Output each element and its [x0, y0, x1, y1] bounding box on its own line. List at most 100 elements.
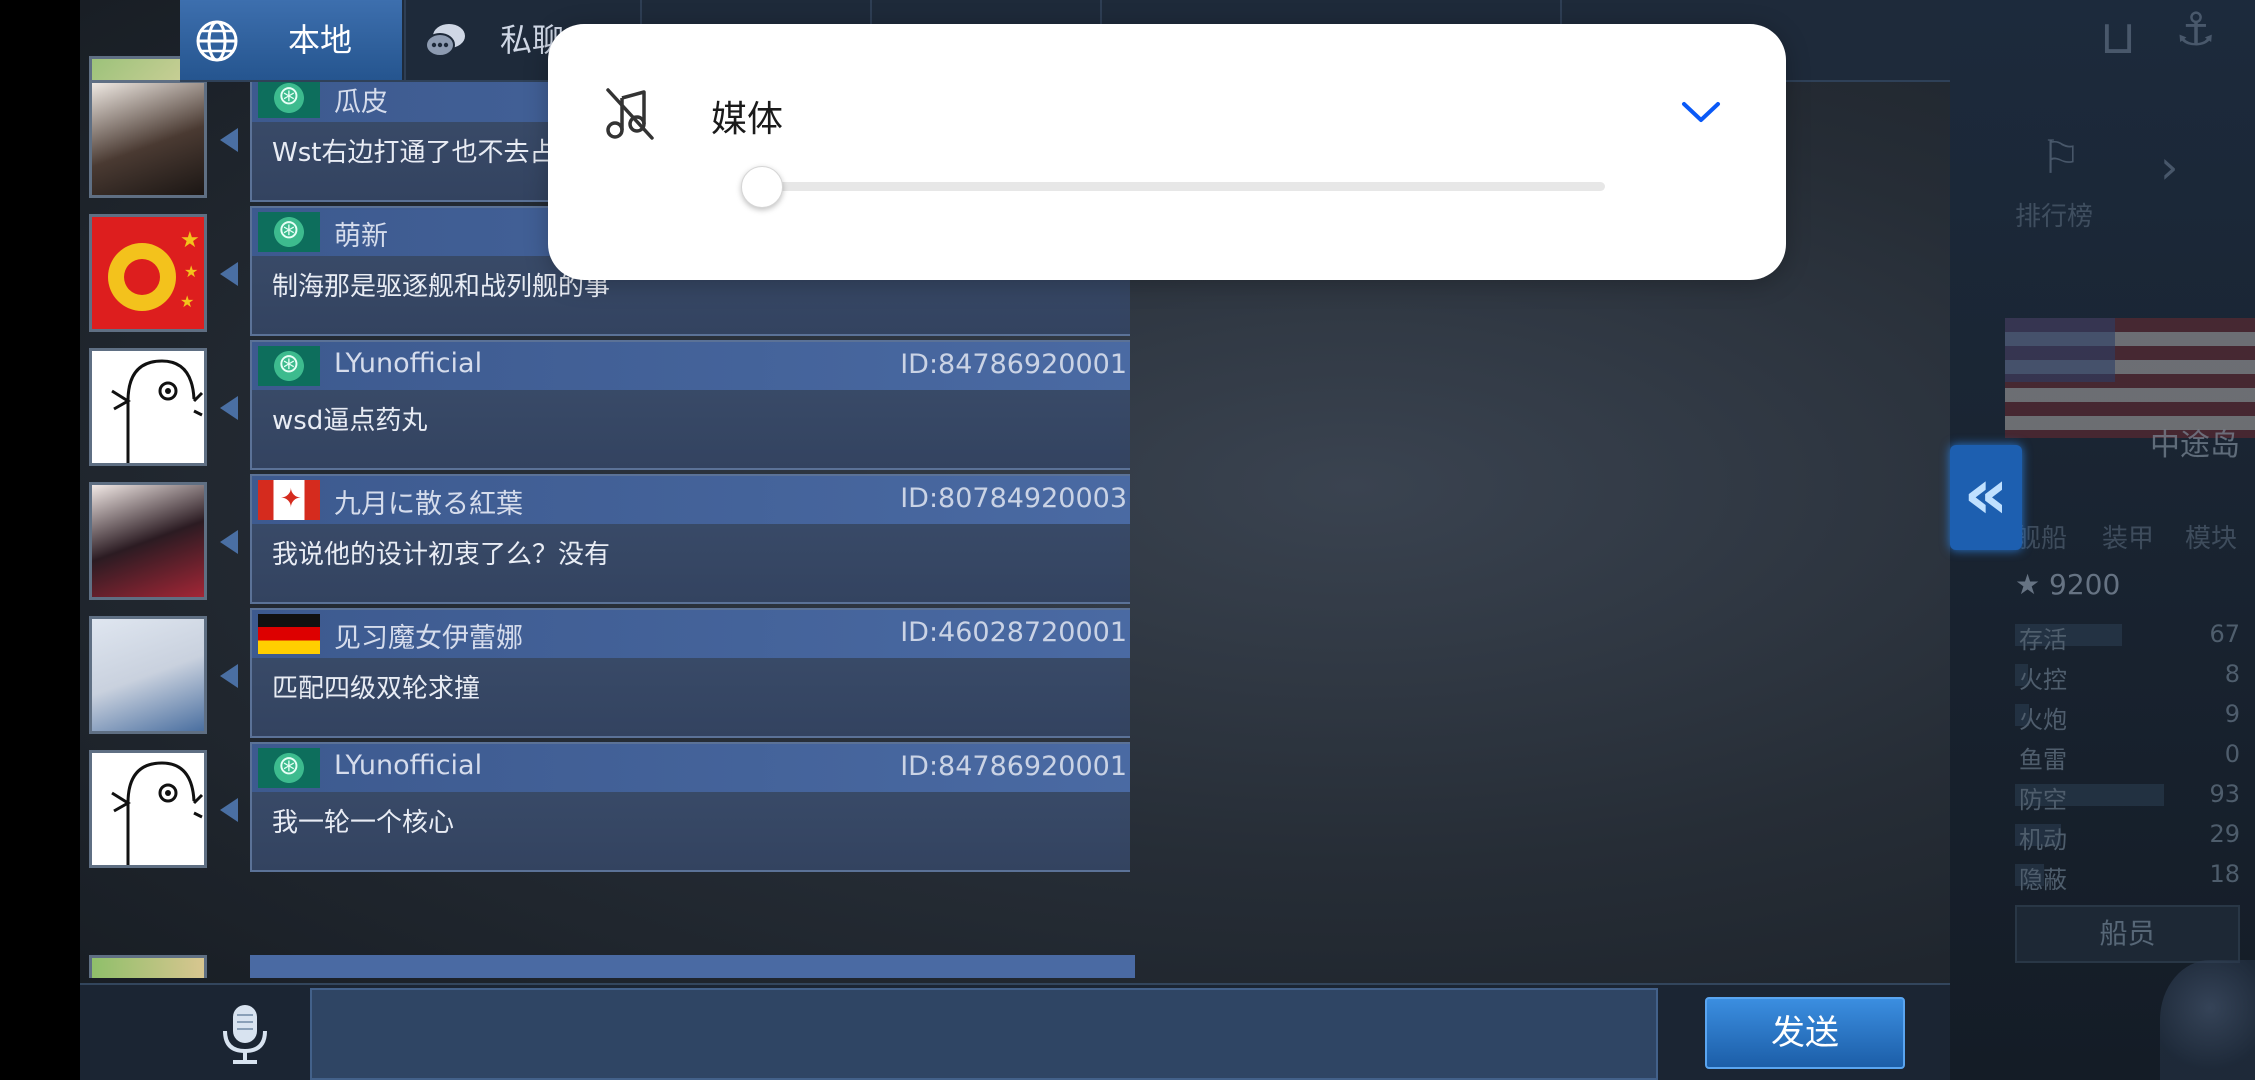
- bubble-pointer: [220, 664, 238, 688]
- microphone-icon[interactable]: [215, 1003, 275, 1065]
- stat-label: 防空: [2019, 786, 2067, 814]
- message-text: 我说他的设计初衷了么？没有: [272, 540, 611, 570]
- volume-slider-track[interactable]: [743, 182, 1605, 191]
- stat-label: 存活: [2019, 626, 2067, 654]
- user-avatar[interactable]: ★ ★ ★: [89, 214, 207, 332]
- message-username[interactable]: 九月に散る紅葉: [334, 482, 523, 521]
- message-username[interactable]: 萌新: [334, 214, 388, 253]
- user-avatar[interactable]: [89, 750, 207, 868]
- stat-value: 0: [2224, 740, 2240, 768]
- tab-ships[interactable]: 舰船: [2015, 518, 2067, 555]
- user-avatar[interactable]: [89, 80, 207, 198]
- chat-message: ⊛ LYunofficial ID:84786920001 wsd逼点药丸: [85, 340, 1130, 473]
- message-bubble[interactable]: ⊛ LYunofficial ID:84786920001 wsd逼点药丸: [250, 340, 1130, 470]
- stat-label: 隐蔽: [2019, 866, 2067, 894]
- anchor-icon[interactable]: ⚓: [2175, 2, 2216, 56]
- chat-message: 见习魔女伊蕾娜 ID:46028720001 匹配四级双轮求撞: [85, 608, 1130, 741]
- volume-popup: 媒体: [548, 24, 1786, 280]
- tab-local-label: 本地: [288, 21, 353, 59]
- cart-icon[interactable]: ⊔: [2100, 10, 2136, 64]
- wings-flag-icon: ⊛: [258, 748, 320, 788]
- message-bubble[interactable]: ⊛ LYunofficial ID:84786920001 我一轮一个核心: [250, 742, 1130, 872]
- message-header: 见习魔女伊蕾娜 ID:46028720001: [252, 610, 1130, 658]
- message-text: 匹配四级双轮求撞: [272, 674, 481, 704]
- left-black-bar: [0, 0, 80, 1080]
- leaderboard-label: 排行榜: [2015, 202, 2094, 232]
- stat-row: 火炮 9: [2015, 700, 2240, 734]
- globe-icon: [196, 20, 238, 62]
- message-bubble[interactable]: 见习魔女伊蕾娜 ID:46028720001 匹配四级双轮求撞: [250, 608, 1130, 738]
- media-muted-icon: [606, 88, 654, 140]
- stat-row: 鱼雷 0: [2015, 740, 2240, 774]
- svg-text:★: ★: [180, 292, 194, 311]
- volume-title: 媒体: [711, 99, 784, 140]
- user-avatar[interactable]: [89, 482, 207, 600]
- chat-message: ⊛ LYunofficial ID:84786920001 我一轮一个核心: [85, 742, 1130, 875]
- svg-text:★: ★: [180, 228, 200, 253]
- user-avatar[interactable]: [89, 616, 207, 734]
- tab-modules[interactable]: 模块: [2185, 518, 2237, 555]
- wings-flag-icon: ⊛: [258, 346, 320, 386]
- character-portrait: [2160, 960, 2255, 1080]
- stat-value: 67: [2209, 620, 2240, 648]
- ship-name: 中途岛: [2150, 428, 2240, 463]
- stat-value: 8: [2224, 660, 2240, 688]
- leaderboard-icon[interactable]: ⚐: [2040, 130, 2081, 184]
- chevron-right-icon[interactable]: ›: [2160, 140, 2178, 194]
- ship-score-value: 9200: [2049, 568, 2121, 601]
- stat-label: 火控: [2019, 666, 2067, 694]
- send-button[interactable]: 发送: [1705, 997, 1905, 1069]
- message-username[interactable]: 见习魔女伊蕾娜: [334, 616, 523, 655]
- stat-value: 93: [2209, 780, 2240, 808]
- tab-local[interactable]: 本地: [180, 0, 402, 80]
- stat-row: 火控 8: [2015, 660, 2240, 694]
- message-user-id: ID:80784920003: [900, 483, 1127, 514]
- volume-slider-thumb[interactable]: [741, 166, 783, 208]
- collapse-panel-button[interactable]: «: [1950, 445, 2022, 550]
- message-text: 制海那是驱逐舰和战列舰的事: [272, 272, 611, 302]
- message-text: Wst右边打通了也不去占: [272, 138, 556, 168]
- avatar: [89, 955, 207, 978]
- message-username[interactable]: 瓜皮: [334, 80, 388, 119]
- stat-row: 隐蔽 18: [2015, 860, 2240, 894]
- stat-value: 29: [2209, 820, 2240, 848]
- bubble-pointer: [220, 262, 238, 286]
- message-header: ✦ 九月に散る紅葉 ID:80784920003: [252, 476, 1130, 524]
- partial-message-bottom: [85, 955, 1135, 978]
- message-header: ⊛ LYunofficial ID:84786920001: [252, 744, 1130, 792]
- tab-armor[interactable]: 装甲: [2102, 518, 2154, 555]
- wings-flag-icon: ⊛: [258, 212, 320, 252]
- stat-value: 18: [2209, 860, 2240, 888]
- stat-label: 火炮: [2019, 706, 2067, 734]
- message-text: wsd逼点药丸: [272, 406, 428, 436]
- chat-input-bar: 发送: [80, 983, 1950, 1080]
- stat-value: 9: [2224, 700, 2240, 728]
- message-bubble[interactable]: ✦ 九月に散る紅葉 ID:80784920003 我说他的设计初衷了么？没有: [250, 474, 1130, 604]
- message-bubble: [250, 955, 1135, 978]
- svg-text:★: ★: [184, 262, 198, 281]
- germany-flag-icon: [258, 614, 320, 654]
- message-user-id: ID:84786920001: [900, 349, 1127, 380]
- message-user-id: ID:46028720001: [900, 617, 1127, 648]
- chevron-down-icon[interactable]: [1678, 94, 1724, 130]
- stat-label: 机动: [2019, 826, 2067, 854]
- message-username[interactable]: LYunofficial: [334, 750, 482, 781]
- message-username[interactable]: LYunofficial: [334, 348, 482, 379]
- stat-row: 存活 67: [2015, 620, 2240, 654]
- bubble-pointer: [220, 530, 238, 554]
- tab-divider: [404, 0, 406, 80]
- chat-message-input[interactable]: [310, 988, 1658, 1080]
- crew-button[interactable]: 船员: [2015, 905, 2240, 963]
- message-user-id: ID:84786920001: [900, 751, 1127, 782]
- ship-flag-canton: [2005, 318, 2115, 382]
- stat-label: 鱼雷: [2019, 746, 2067, 774]
- penguin-avatar-drawing: [111, 359, 204, 463]
- message-text: 我一轮一个核心: [272, 808, 455, 838]
- user-avatar[interactable]: [89, 348, 207, 466]
- emblem-avatar: ★ ★ ★: [108, 228, 200, 311]
- penguin-avatar-drawing: [111, 761, 204, 865]
- stat-row: 防空 93: [2015, 780, 2240, 814]
- bubble-pointer: [220, 396, 238, 420]
- canada-flag-icon: ✦: [258, 480, 320, 520]
- chat-message: ✦ 九月に散る紅葉 ID:80784920003 我说他的设计初衷了么？没有: [85, 474, 1130, 607]
